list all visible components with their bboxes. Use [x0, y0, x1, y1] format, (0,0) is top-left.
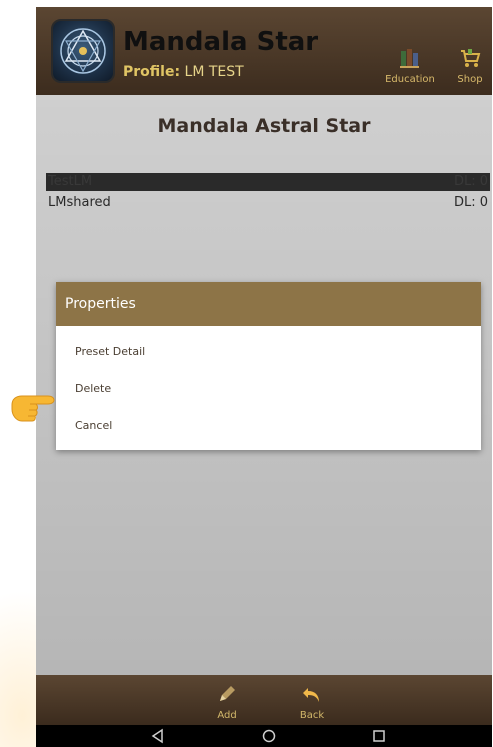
- pointing-hand-icon: [8, 383, 56, 427]
- system-nav-bar: [36, 725, 492, 747]
- preset-dl: DL: 0: [453, 195, 488, 210]
- back-label: Back: [299, 710, 325, 721]
- app-title: Mandala Star: [123, 27, 319, 57]
- preset-dl: DL: 0: [453, 174, 488, 189]
- pencil-icon: [212, 683, 242, 708]
- education-label: Education: [385, 74, 435, 85]
- device-screen: Mandala Star Profile: LM TEST Education: [36, 7, 492, 747]
- back-arrow-icon: [295, 683, 329, 708]
- nav-recent-apps-icon[interactable]: [369, 728, 389, 744]
- profile-label: Profile:: [123, 64, 181, 80]
- page-title: Mandala Astral Star: [157, 115, 371, 137]
- app-header: Mandala Star Profile: LM TEST Education: [36, 7, 492, 95]
- profile-line: Profile: LM TEST: [123, 63, 244, 81]
- preset-row[interactable]: TestLM DL: 0: [46, 173, 490, 191]
- app-logo-icon: [51, 19, 115, 83]
- bottom-bar: Add Back: [36, 675, 492, 725]
- back-button[interactable]: Back: [295, 683, 329, 721]
- education-button[interactable]: Education: [382, 47, 438, 85]
- dialog-header: Properties: [56, 282, 481, 326]
- preset-row[interactable]: LMshared DL: 0: [46, 194, 490, 212]
- preset-detail-option[interactable]: Preset Detail: [75, 341, 465, 363]
- shop-button[interactable]: Shop: [452, 47, 488, 85]
- profile-value: LM TEST: [184, 64, 244, 80]
- dialog-title: Properties: [65, 296, 136, 312]
- nav-home-icon[interactable]: [259, 728, 279, 744]
- shopping-cart-icon: [452, 47, 488, 72]
- books-icon: [382, 47, 438, 72]
- delete-option[interactable]: Delete: [75, 378, 465, 400]
- properties-dialog: Properties Preset Detail Delete Cancel: [56, 282, 481, 450]
- cancel-option[interactable]: Cancel: [75, 415, 465, 437]
- preset-name: LMshared: [48, 195, 111, 210]
- add-label: Add: [217, 710, 237, 721]
- add-button[interactable]: Add: [212, 683, 242, 721]
- preset-name: TestLM: [48, 174, 93, 189]
- nav-back-icon[interactable]: [148, 728, 168, 744]
- shop-label: Shop: [457, 74, 483, 85]
